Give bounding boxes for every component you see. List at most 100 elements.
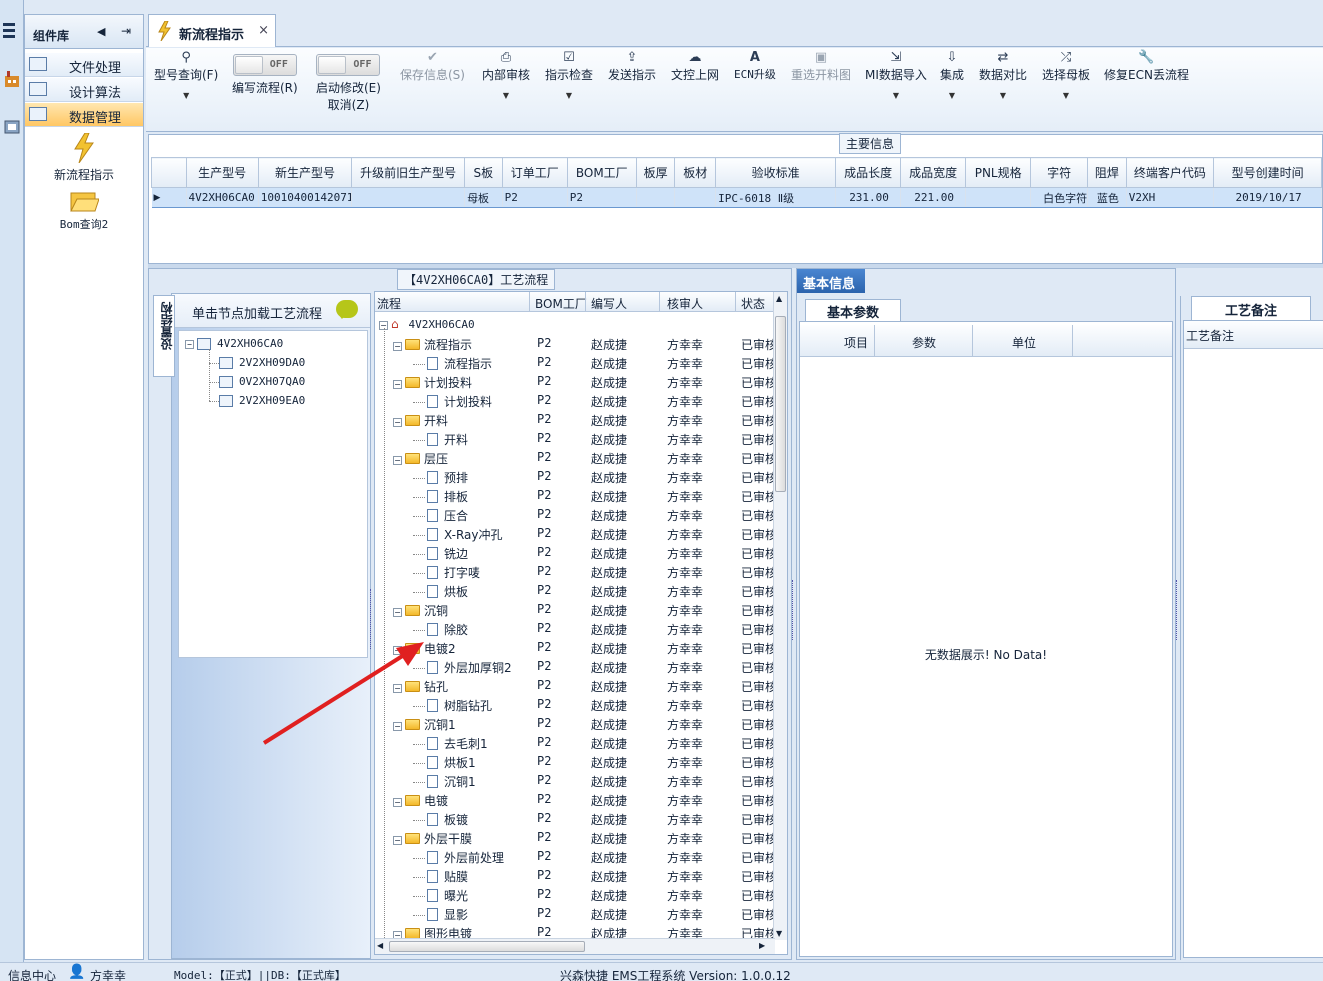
tree-row-folder[interactable]: − 电镀 P2 赵成捷 方幸幸 已审核 xyxy=(375,790,777,809)
scroll-right-icon[interactable]: ▶ xyxy=(759,941,765,950)
tree-row-step[interactable]: 除胶 P2 赵成捷 方幸幸 已审核 xyxy=(375,619,777,638)
tools-icon[interactable] xyxy=(3,118,21,136)
collapse-icon[interactable]: − xyxy=(185,340,194,349)
tree-row-step[interactable]: 预排 P2 赵成捷 方幸幸 已审核 xyxy=(375,467,777,486)
tree-row-step[interactable]: 外层加厚铜2 P2 赵成捷 方幸幸 已审核 xyxy=(375,657,777,676)
table-cell[interactable]: P2 xyxy=(567,187,637,208)
sidebar-item-data-management[interactable]: 数据管理 xyxy=(25,103,143,127)
tree-row-step[interactable]: 压合 P2 赵成捷 方幸幸 已审核 xyxy=(375,505,777,524)
factory-icon[interactable] xyxy=(3,70,21,88)
model-query-button[interactable]: ⚲ 型号查询(F) ▼ xyxy=(154,50,218,100)
table-cell[interactable]: 231.00 xyxy=(835,187,902,208)
column-header[interactable]: 板材 xyxy=(674,157,717,188)
collapse-icon[interactable]: − xyxy=(393,684,402,693)
scrollbar-thumb[interactable] xyxy=(389,941,585,952)
process-tree-grid[interactable]: 流程 BOM工厂 编写人 核审人 状态 − ⌂ 4V2XH06CA0 − 流程指示 P… xyxy=(374,291,788,955)
tree-node[interactable]: 2V2XH09EA0 xyxy=(209,394,305,407)
chevron-down-icon[interactable]: ▼ xyxy=(979,91,1027,100)
column-header[interactable]: 项目 xyxy=(844,334,868,351)
row-indicator-header[interactable] xyxy=(151,157,187,188)
table-cell[interactable] xyxy=(965,187,1032,208)
write-flow-toggle[interactable]: OFF 编写流程(R) xyxy=(232,52,298,96)
tile-bom-query[interactable]: Bom查询2 xyxy=(25,189,143,232)
repair-ecn-button[interactable]: 🔧 修复ECN丢流程 xyxy=(1104,50,1189,83)
tree-row-step[interactable]: X-Ray冲孔 P2 赵成捷 方幸幸 已审核 xyxy=(375,524,777,543)
tree-row-step[interactable]: 沉铜1 P2 赵成捷 方幸幸 已审核 xyxy=(375,771,777,790)
tree-row-step[interactable]: 外层前处理 P2 赵成捷 方幸幸 已审核 xyxy=(375,847,777,866)
collapse-icon[interactable]: − xyxy=(393,342,402,351)
internal-review-button[interactable]: ⎙ 内部审核 ▼ xyxy=(482,50,530,100)
table-cell[interactable] xyxy=(636,187,676,208)
panel-splitter-grip[interactable] xyxy=(792,580,796,640)
tree-row-step[interactable]: 烘板1 P2 赵成捷 方幸幸 已审核 xyxy=(375,752,777,771)
scrollbar-thumb[interactable] xyxy=(775,316,786,492)
collapse-icon[interactable]: − xyxy=(393,418,402,427)
column-header[interactable]: 成品宽度 xyxy=(900,157,967,188)
tree-node[interactable]: 2V2XH09DA0 xyxy=(209,356,305,369)
data-compare-button[interactable]: ⇄ 数据对比 ▼ xyxy=(979,50,1027,100)
vertical-scrollbar[interactable]: ▲ ▼ xyxy=(773,292,787,940)
tree-row-folder[interactable]: − 电镀2 P2 赵成捷 方幸幸 已审核 xyxy=(375,638,777,657)
column-header[interactable]: 新生产型号 xyxy=(257,157,353,188)
collapse-icon[interactable]: − xyxy=(393,380,402,389)
tree-row-folder[interactable]: − 层压 P2 赵成捷 方幸幸 已审核 xyxy=(375,448,777,467)
tree-row-folder[interactable]: − 沉铜1 P2 赵成捷 方幸幸 已审核 xyxy=(375,714,777,733)
table-cell[interactable]: V2XH xyxy=(1126,187,1215,208)
column-header[interactable]: 成品长度 xyxy=(835,157,902,188)
column-header[interactable]: 核审人 xyxy=(667,295,703,312)
horizontal-scrollbar[interactable]: ◀ ▶ xyxy=(375,938,775,954)
chevron-down-icon[interactable]: ▼ xyxy=(482,91,530,100)
chevron-down-icon[interactable]: ▼ xyxy=(865,91,927,100)
tree-row-step[interactable]: 烘板 P2 赵成捷 方幸幸 已审核 xyxy=(375,581,777,600)
tree-row-folder[interactable]: − 计划投料 P2 赵成捷 方幸幸 已审核 xyxy=(375,372,777,391)
close-icon[interactable]: × xyxy=(258,23,269,38)
column-header[interactable]: 单位 xyxy=(1012,334,1036,351)
tree-node[interactable]: 0V2XH07QA0 xyxy=(209,375,305,388)
start-modify-toggle[interactable]: OFF 启动修改(E) 取消(Z) xyxy=(316,52,381,113)
tree-row-folder[interactable]: − 钻孔 P2 赵成捷 方幸幸 已审核 xyxy=(375,676,777,695)
tree-row-root[interactable]: − ⌂ 4V2XH06CA0 xyxy=(375,315,775,334)
reselect-chart-button[interactable]: ▣ 重选开料图 xyxy=(791,50,851,83)
scroll-down-icon[interactable]: ▼ xyxy=(776,929,782,938)
collapse-icon[interactable]: − xyxy=(393,646,402,655)
start-modify-switch[interactable]: OFF xyxy=(316,54,381,76)
collapse-left-icon[interactable]: ◀ xyxy=(97,25,105,38)
mi-import-button[interactable]: ⇲ MI数据导入 ▼ xyxy=(865,50,927,100)
tree-row-folder[interactable]: − 沉铜 P2 赵成捷 方幸幸 已审核 xyxy=(375,600,777,619)
chevron-down-icon[interactable]: ▼ xyxy=(940,91,964,100)
column-header[interactable]: 状态 xyxy=(741,295,765,312)
table-cell[interactable]: 母板 xyxy=(464,187,503,208)
table-cell[interactable]: P2 xyxy=(502,187,568,208)
tree-row-step[interactable]: 排板 P2 赵成捷 方幸幸 已审核 xyxy=(375,486,777,505)
write-flow-switch[interactable]: OFF xyxy=(232,54,297,76)
send-indicate-button[interactable]: ⇪ 发送指示 xyxy=(608,50,656,83)
tree-row-folder[interactable]: − 开料 P2 赵成捷 方幸幸 已审核 xyxy=(375,410,777,429)
table-cell[interactable] xyxy=(674,187,717,208)
collapse-icon[interactable]: − xyxy=(393,456,402,465)
tree-row-step[interactable]: 树脂钻孔 P2 赵成捷 方幸幸 已审核 xyxy=(375,695,777,714)
info-center-link[interactable]: 信息中心 xyxy=(8,967,56,981)
tab-process-notes[interactable]: 工艺备注 xyxy=(1191,296,1311,320)
table-row[interactable]: ▶ 4V2XH06CA0 10010400142071 母板 P2 P2 IPC… xyxy=(151,187,1322,208)
chevron-down-icon[interactable]: ▼ xyxy=(154,91,218,100)
sidebar-item-design-algorithm[interactable]: 设计算法 xyxy=(25,78,143,102)
indicate-check-button[interactable]: ☑ 指示检查 ▼ xyxy=(545,50,593,100)
tab-new-process-indicate[interactable]: 新流程指示 × xyxy=(148,14,276,47)
column-header[interactable]: 编写人 xyxy=(591,295,627,312)
tile-new-process-indicate[interactable]: 新流程指示 xyxy=(25,132,143,183)
column-header[interactable]: BOM工厂 xyxy=(535,295,587,312)
tree-row-step[interactable]: 计划投料 P2 赵成捷 方幸幸 已审核 xyxy=(375,391,777,410)
column-header[interactable]: 板厚 xyxy=(635,157,676,188)
sidebar-item-file-processing[interactable]: 文件处理 xyxy=(25,53,143,77)
column-header[interactable]: 流程 xyxy=(377,295,401,312)
structure-settings-vtab[interactable]: 设置结构 xyxy=(153,295,175,377)
ecn-upgrade-button[interactable]: A ECN升级 xyxy=(734,50,776,82)
tree-row-step[interactable]: 铣边 P2 赵成捷 方幸幸 已审核 xyxy=(375,543,777,562)
table-cell[interactable]: 221.00 xyxy=(900,187,967,208)
integrate-button[interactable]: ⇩ 集成 ▼ xyxy=(940,50,964,100)
table-cell[interactable] xyxy=(351,187,466,208)
column-header[interactable]: S板 xyxy=(464,157,503,188)
chevron-down-icon[interactable]: ▼ xyxy=(545,91,593,100)
save-info-button[interactable]: ✔ 保存信息(S) xyxy=(400,50,465,83)
scroll-left-icon[interactable]: ◀ xyxy=(377,941,383,950)
